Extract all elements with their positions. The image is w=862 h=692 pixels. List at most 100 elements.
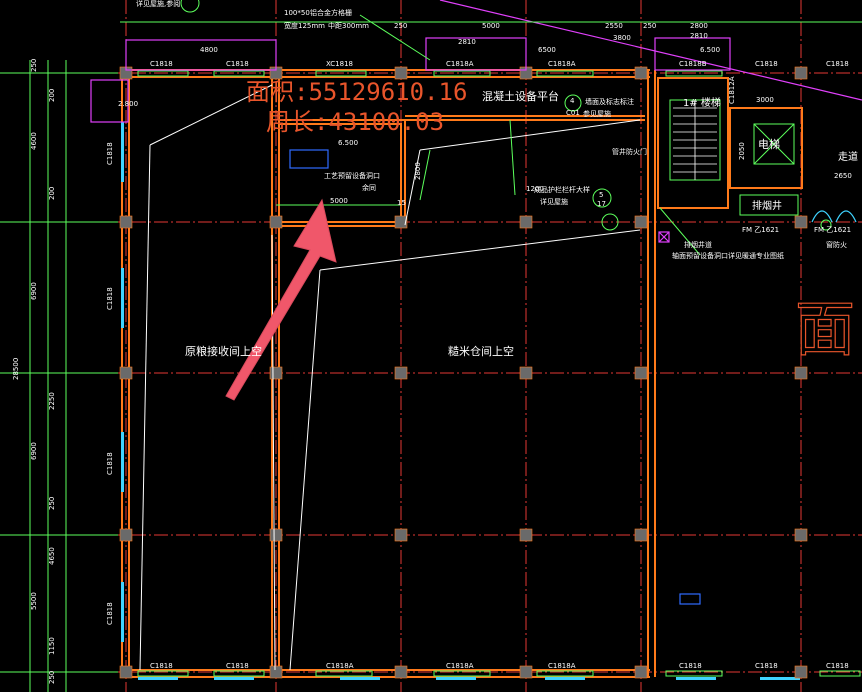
window-bottom — [760, 677, 800, 680]
window-label: C1818 — [106, 142, 114, 165]
note-fire-door: 管井防火门 — [612, 147, 647, 156]
dim-left: 1150 — [48, 637, 56, 655]
window-label: C1818 — [755, 60, 778, 68]
window-left — [121, 432, 124, 492]
window-label: C1818 — [106, 602, 114, 625]
note-hole: 余同 — [362, 183, 376, 192]
dim-left: 4600 — [30, 132, 38, 150]
column — [794, 665, 808, 679]
dim-left: 250 — [48, 671, 56, 684]
dim-hole-15: 15 — [397, 199, 406, 207]
window-label: C1812A — [728, 76, 736, 104]
window-left — [121, 582, 124, 642]
note-railing-ref: 详见屋施 — [540, 197, 568, 206]
column — [394, 366, 408, 380]
room-raw-grain: 原粮接收间上空 — [185, 344, 262, 358]
column — [519, 528, 533, 542]
window-label: C1818 — [150, 662, 173, 670]
dim-right-2650: 2650 — [834, 172, 852, 180]
dim-left: 6900 — [30, 282, 38, 300]
window-bottom — [138, 677, 178, 680]
window-label: C1818 — [679, 662, 702, 670]
window-label: C1818A — [446, 60, 474, 68]
dim-hole-width: 5000 — [330, 197, 348, 205]
column — [119, 665, 133, 679]
ref-num: 4 — [570, 97, 575, 105]
dim-wall: 1200 — [526, 185, 544, 193]
dim-lift: 2050 — [738, 142, 746, 160]
dim-left: 200 — [48, 187, 56, 200]
note-wall-platform: 墙面及标志标注 — [585, 97, 634, 106]
dim-top: 250 — [643, 22, 656, 30]
column — [634, 366, 648, 380]
window-bottom — [436, 677, 476, 680]
window-bottom — [214, 677, 254, 680]
room-shaft: 排烟井 — [752, 199, 782, 212]
room-elevator: 电梯 — [758, 138, 780, 151]
window-label: C1818 — [826, 662, 849, 670]
column — [119, 215, 133, 229]
note-stair: 参见屋施 — [583, 109, 611, 118]
note-top-2a: 100*50 — [284, 9, 310, 17]
column — [634, 528, 648, 542]
window-left — [121, 268, 124, 328]
window-label: C1818 — [106, 452, 114, 475]
window-label: C1818 — [755, 662, 778, 670]
note-top-1: 详见屋施,参阅 — [136, 0, 180, 8]
dim-top: 4800 — [200, 46, 218, 54]
dim-left: 4650 — [48, 547, 56, 565]
column — [634, 215, 648, 229]
column — [269, 366, 283, 380]
cad-floor-plan: 面积:55129610.16 周长:43100.03 原粮接收间上空 糙米仓间上… — [0, 0, 862, 692]
elev-2: 6.500 — [700, 46, 720, 54]
dim-small: 2.800 — [118, 100, 138, 108]
dim-hole-h: 2800 — [414, 162, 422, 180]
note-fm-2: FM 乙1621 — [814, 226, 851, 234]
room-corridor: 走道 — [838, 150, 858, 163]
column — [634, 665, 648, 679]
window-label: C1818 — [150, 60, 173, 68]
dim-top: 2550 — [605, 22, 623, 30]
area-label: 面积:55129610.16 — [246, 78, 467, 106]
dim-left: 250 — [30, 59, 38, 72]
ref-num: 17 — [597, 200, 606, 208]
column — [634, 66, 648, 80]
window-bottom — [545, 677, 585, 680]
column — [794, 66, 808, 80]
column — [794, 215, 808, 229]
room-rice-storage: 糙米仓间上空 — [448, 344, 514, 358]
dim-top: 5000 — [482, 22, 500, 30]
dim-left: 6900 — [30, 442, 38, 460]
dim-top: 6500 — [538, 46, 556, 54]
window-label: C1818A — [548, 662, 576, 670]
window-label: C1818 — [226, 662, 249, 670]
column — [269, 528, 283, 542]
window-label: C1818A — [548, 60, 576, 68]
column — [394, 528, 408, 542]
elev-1: 6.500 — [338, 139, 358, 147]
column — [519, 665, 533, 679]
ref-num: 5 — [599, 191, 603, 199]
room-stair: 1# 楼梯 — [683, 96, 721, 109]
note-shaft-2: 轴面预留设备洞口详见暖通专业图纸 — [672, 251, 784, 260]
dim-left: 200 — [48, 89, 56, 102]
dim-left: 250 — [48, 497, 56, 510]
dim-top: 2810 — [458, 38, 476, 46]
window-left — [121, 122, 124, 182]
note-shaft-1: 排烟井道 — [684, 240, 712, 249]
ref-num: C01 — [566, 109, 580, 117]
column — [794, 528, 808, 542]
window-label: C1818A — [326, 662, 354, 670]
column — [269, 665, 283, 679]
dim-stair-3000: 3000 — [756, 96, 774, 104]
column — [794, 366, 808, 380]
column — [519, 366, 533, 380]
dim-left: 2250 — [48, 392, 56, 410]
window-label: C1818 — [106, 287, 114, 310]
dim-left: 5500 — [30, 592, 38, 610]
window-label: C1818A — [446, 662, 474, 670]
column — [269, 215, 283, 229]
dim-top: 3800 — [613, 34, 631, 42]
window-bottom — [676, 677, 716, 680]
room-platform: 混凝土设备平台 — [482, 89, 559, 103]
